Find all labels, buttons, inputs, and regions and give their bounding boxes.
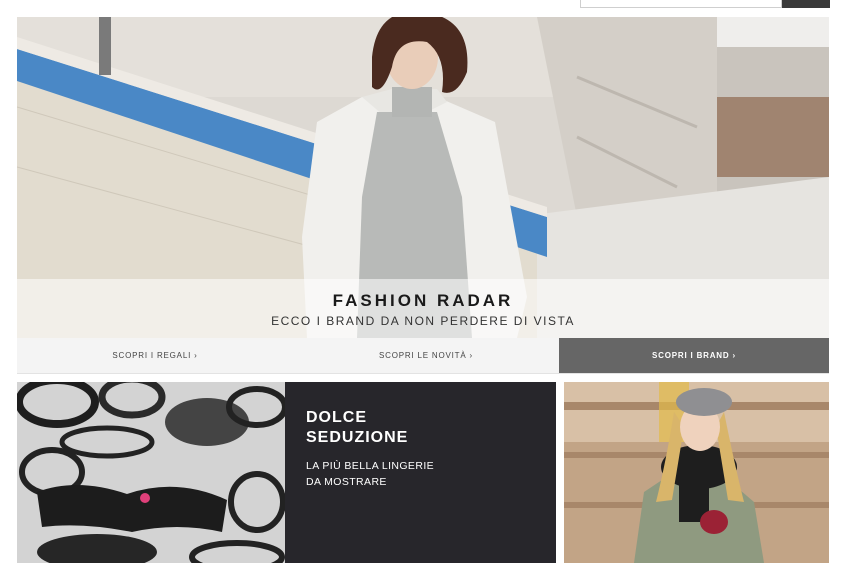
search-button[interactable] — [782, 0, 830, 8]
promo-title-line1: DOLCE — [306, 409, 367, 426]
hero-subtitle: ECCO I BRAND DA NON PERDERE DI VISTA — [271, 314, 575, 328]
search-input[interactable] — [580, 0, 782, 8]
cta-scopri-regali[interactable]: SCOPRI I REGALI › — [17, 338, 293, 374]
hero-banner[interactable]: FASHION RADAR ECCO I BRAND DA NON PERDER… — [17, 17, 829, 338]
lingerie-promo-image[interactable] — [17, 382, 285, 563]
hero-title[interactable]: FASHION RADAR — [17, 291, 829, 311]
promo-desc-line1: LA PIÙ BELLA LINGERIE — [306, 460, 435, 472]
woman-winter-image — [564, 382, 829, 563]
top-bar — [0, 0, 845, 10]
cta-scopri-novita[interactable]: SCOPRI LE NOVITÀ › — [293, 338, 559, 374]
promo-desc-line2: DA MOSTRARE — [306, 476, 387, 488]
hero-caption: FASHION RADAR ECCO I BRAND DA NON PERDER… — [17, 279, 829, 338]
winter-promo-image[interactable] — [564, 382, 829, 563]
lingerie-image — [17, 382, 285, 563]
cta-scopri-brand[interactable]: SCOPRI I BRAND › — [559, 338, 829, 374]
lingerie-promo-panel[interactable]: DOLCE SEDUZIONE LA PIÙ BELLA LINGERIE DA… — [285, 382, 556, 563]
promo-title-line2: SEDUZIONE — [306, 429, 409, 446]
cta-bar: SCOPRI I REGALI › SCOPRI LE NOVITÀ › SCO… — [17, 338, 829, 374]
